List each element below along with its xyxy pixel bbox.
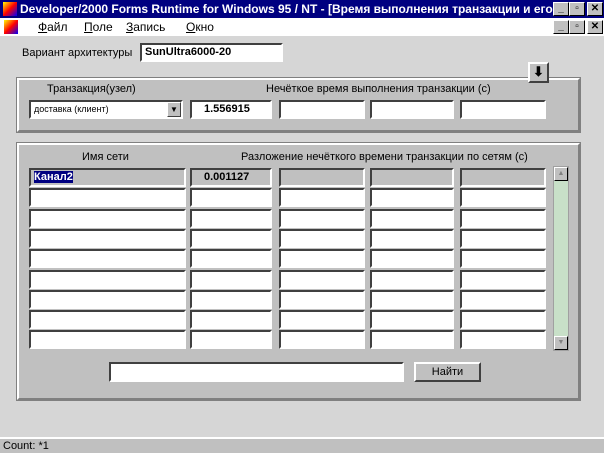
breakdown-value[interactable] <box>279 330 365 350</box>
scroll-up-icon[interactable]: ▲ <box>554 167 568 181</box>
breakdown-value[interactable] <box>190 249 272 269</box>
net-name-value: Канал2 <box>34 171 73 183</box>
breakdown-value[interactable] <box>370 330 454 350</box>
net-name-label: Имя сети <box>82 151 129 163</box>
arch-field[interactable]: SunUltra6000-20 <box>140 43 283 62</box>
breakdown-value[interactable] <box>370 188 454 208</box>
app-icon <box>3 2 17 16</box>
transaction-select[interactable]: доставка (клиент) ▼ <box>29 100 183 119</box>
breakdown-value[interactable]: 0.001127 <box>190 168 272 187</box>
breakdown-value[interactable] <box>370 208 454 228</box>
breakdown-value[interactable] <box>190 208 272 228</box>
net-name-field[interactable] <box>29 330 186 350</box>
breakdown-value[interactable] <box>460 310 546 330</box>
breakdown-value[interactable] <box>460 208 546 228</box>
scroll-down-icon[interactable]: ▼ <box>554 336 568 350</box>
breakdown-value[interactable] <box>279 310 365 330</box>
breakdown-label: Разложение нечёткого времени транзакции … <box>241 151 528 163</box>
maximize-button[interactable]: ▫ <box>569 2 585 16</box>
transaction-value: доставка (клиент) <box>34 104 109 114</box>
menu-field[interactable]: Поле <box>84 18 113 36</box>
breakdown-value[interactable] <box>370 168 454 187</box>
doc-close-button[interactable]: ✕ <box>587 20 603 34</box>
time-value-1[interactable] <box>279 100 365 119</box>
breakdown-value[interactable] <box>190 330 272 350</box>
search-input[interactable] <box>109 362 404 382</box>
breakdown-value[interactable] <box>279 289 365 309</box>
breakdown-value[interactable] <box>279 188 365 208</box>
breakdown-value[interactable] <box>279 228 365 248</box>
doc-maximize-button[interactable]: ▫ <box>569 20 585 34</box>
breakdown-value[interactable] <box>190 289 272 309</box>
status-count: Count: *1 <box>3 440 49 452</box>
minimize-button[interactable]: _ <box>553 2 569 16</box>
time-label: Нечёткое время выполнения транзакции (с) <box>266 83 491 95</box>
breakdown-value[interactable] <box>460 289 546 309</box>
net-name-field[interactable] <box>29 269 186 289</box>
arrow-down-button[interactable]: ⬇ <box>528 62 549 83</box>
status-bar: Count: *1 <box>0 437 604 453</box>
net-name-field[interactable] <box>29 188 186 208</box>
scrollbar[interactable]: ▲ ▼ <box>553 166 569 351</box>
menu-label: Файл <box>38 20 68 34</box>
breakdown-value[interactable] <box>370 289 454 309</box>
breakdown-value[interactable] <box>190 188 272 208</box>
breakdown-value[interactable] <box>190 310 272 330</box>
net-name-field[interactable]: Канал2 <box>29 168 186 187</box>
breakdown-value[interactable] <box>460 269 546 289</box>
menu-label: Запись <box>126 20 166 34</box>
transaction-label: Транзакция(узел) <box>47 83 136 95</box>
breakdown-value[interactable] <box>370 310 454 330</box>
net-name-field[interactable] <box>29 310 186 330</box>
find-button[interactable]: Найти <box>414 362 481 382</box>
menu-file[interactable]: Файл <box>38 18 68 36</box>
window-title: Developer/2000 Forms Runtime for Windows… <box>20 2 572 16</box>
menu-bar: Файл Поле Запись Окно _ ▫ ✕ <box>0 18 604 36</box>
menu-record[interactable]: Запись <box>126 18 165 36</box>
close-button[interactable]: ✕ <box>587 2 603 16</box>
breakdown-value[interactable] <box>460 188 546 208</box>
breakdown-value[interactable] <box>279 208 365 228</box>
breakdown-value[interactable] <box>370 228 454 248</box>
net-name-field[interactable] <box>29 249 186 269</box>
net-name-field[interactable] <box>29 208 186 228</box>
time-value-3[interactable] <box>460 100 546 119</box>
menu-label: Окно <box>186 20 214 34</box>
breakdown-value[interactable] <box>370 269 454 289</box>
breakdown-value[interactable] <box>460 228 546 248</box>
breakdown-value[interactable] <box>460 168 546 187</box>
time-value-2[interactable] <box>370 100 454 119</box>
breakdown-value[interactable] <box>460 249 546 269</box>
title-bar: Developer/2000 Forms Runtime for Windows… <box>0 0 604 18</box>
breakdown-value[interactable] <box>279 168 365 187</box>
breakdown-value[interactable] <box>279 249 365 269</box>
breakdown-value[interactable] <box>190 269 272 289</box>
menu-label: Поле <box>84 20 113 34</box>
net-name-field[interactable] <box>29 289 186 309</box>
time-value-0[interactable]: 1.556915 <box>190 100 272 119</box>
arch-label: Вариант архитектуры <box>22 47 133 59</box>
document-icon <box>4 20 18 34</box>
breakdown-value[interactable] <box>190 228 272 248</box>
net-name-field[interactable] <box>29 228 186 248</box>
breakdown-value[interactable] <box>460 330 546 350</box>
breakdown-value[interactable] <box>279 269 365 289</box>
chevron-down-icon[interactable]: ▼ <box>167 102 181 117</box>
breakdown-value[interactable] <box>370 249 454 269</box>
doc-minimize-button[interactable]: _ <box>553 20 569 34</box>
menu-window[interactable]: Окно <box>186 18 214 36</box>
